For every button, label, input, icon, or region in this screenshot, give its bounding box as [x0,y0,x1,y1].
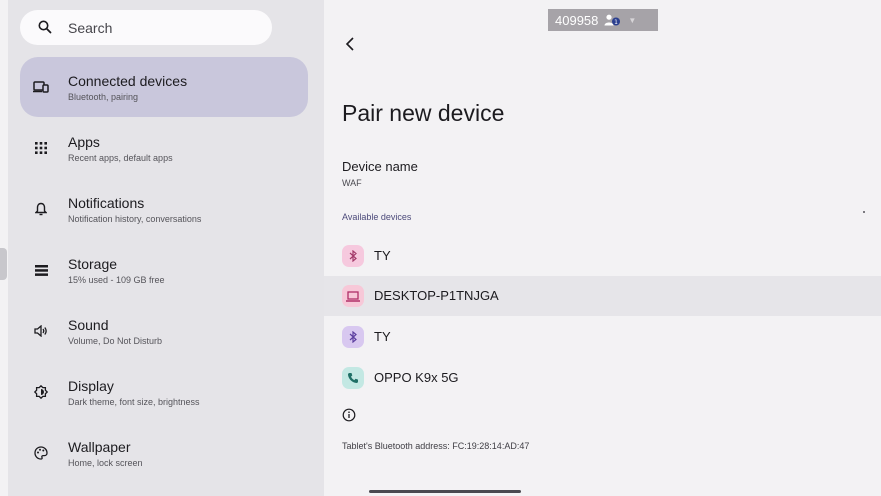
nav-item-apps[interactable]: Apps Recent apps, default apps [20,118,308,178]
nav-item-title: Display [68,378,114,394]
nav-item-storage[interactable]: Storage 15% used - 109 GB free [20,240,308,300]
laptop-icon [342,285,364,307]
badge-count: 1 [614,19,618,26]
nav-item-subtitle: 15% used - 109 GB free [68,275,165,285]
device-row-ty-2[interactable]: TY [324,317,881,357]
brightness-icon [32,383,50,401]
bluetooth-icon [342,245,364,267]
badge-text: 409958 [555,12,599,28]
top-user-badge[interactable]: 409958 1 ▼ [548,9,658,31]
nav-item-title: Apps [68,134,100,150]
speaker-icon [32,322,50,340]
nav-item-title: Sound [68,317,109,333]
nav-item-wallpaper[interactable]: Wallpaper Home, lock screen [20,423,308,483]
nav-item-subtitle: Notification history, conversations [68,214,202,224]
nav-item-subtitle: Recent apps, default apps [68,153,173,163]
device-name: TY [374,248,391,263]
nav-item-notifications[interactable]: Notifications Notification history, conv… [20,179,308,239]
apps-grid-icon [32,139,50,157]
search-label: Search [68,20,113,36]
storage-icon [32,261,50,279]
device-name-label[interactable]: Device name [342,159,418,174]
back-arrow-icon[interactable] [343,35,357,53]
search-bar[interactable]: Search [20,10,272,45]
info-icon [342,408,356,422]
device-row-desktop[interactable]: DESKTOP-P1TNJGA [324,276,881,316]
phone-icon [342,367,364,389]
search-icon [38,20,52,34]
palette-icon [32,444,50,462]
nav-item-connected-devices[interactable]: Connected devices Bluetooth, pairing [20,57,308,117]
nav-item-subtitle: Dark theme, font size, brightness [68,397,200,407]
device-name: OPPO K9x 5G [374,370,459,385]
settings-sidebar: Search Connected devices Bluetooth, pair… [8,0,324,496]
bluetooth-icon [342,326,364,348]
bluetooth-address: Tablet's Bluetooth address: FC:19:28:14:… [342,441,530,451]
progress-indicator [863,211,865,213]
nav-item-sound[interactable]: Sound Volume, Do Not Disturb [20,301,308,361]
nav-item-subtitle: Volume, Do Not Disturb [68,336,163,346]
sidebar-drag-handle[interactable] [0,248,7,280]
nav-item-title: Notifications [68,195,145,211]
nav-item-title: Wallpaper [68,439,131,455]
devices-icon [32,78,50,96]
device-row-oppo[interactable]: OPPO K9x 5G [324,358,881,398]
bell-icon [32,200,50,218]
nav-item-subtitle: Bluetooth, pairing [68,92,139,102]
gesture-navigation-bar[interactable] [369,490,521,493]
nav-item-title: Connected devices [68,73,188,89]
nav-item-title: Storage [68,256,118,272]
device-name: DESKTOP-P1TNJGA [374,288,499,303]
user-count-icon: 1 [604,14,621,26]
available-devices-header: Available devices [342,212,412,222]
nav-item-subtitle: Home, lock screen [68,458,143,468]
device-row-ty[interactable]: TY [324,236,881,276]
page-title: Pair new device [342,100,505,126]
chevron-down-icon[interactable]: ▼ [628,16,636,25]
device-name: TY [374,329,391,344]
device-name-value: WAF [342,178,362,188]
nav-item-display[interactable]: Display Dark theme, font size, brightnes… [20,362,308,422]
